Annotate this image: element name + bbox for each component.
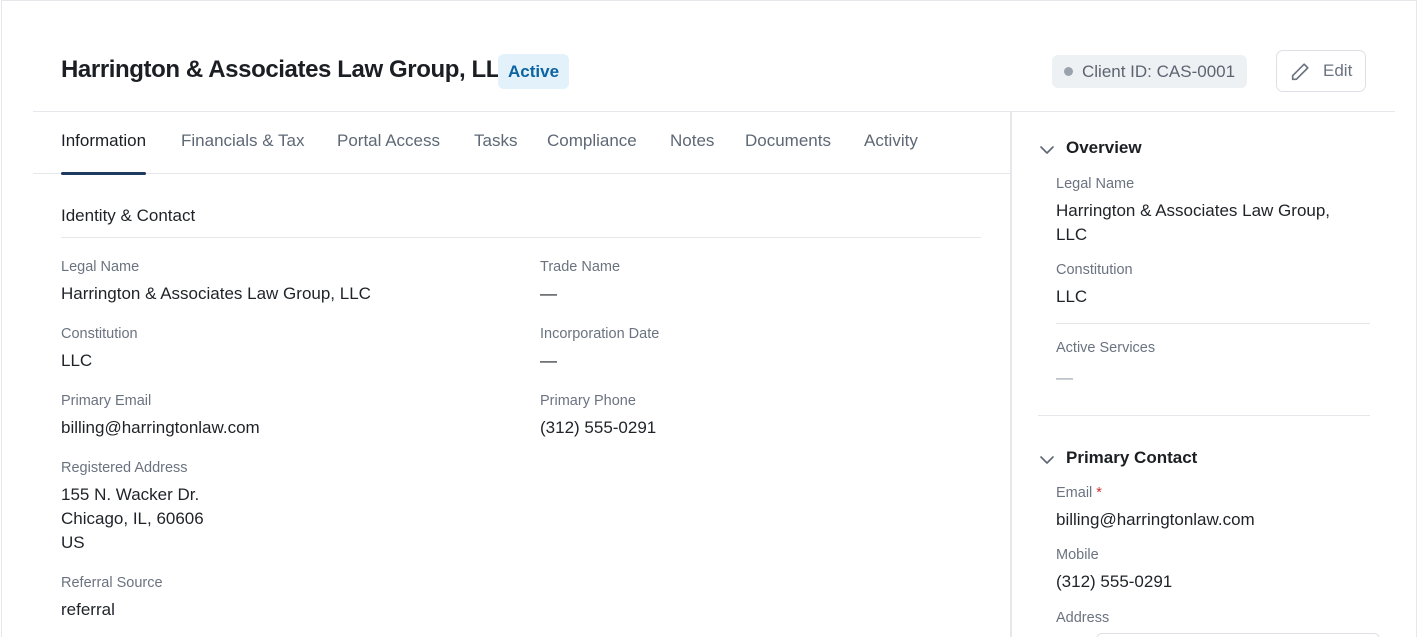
- edit-button[interactable]: Edit: [1276, 50, 1366, 92]
- client-id-badge: Client ID: CAS-0001: [1052, 55, 1247, 88]
- edit-button-label: Edit: [1323, 61, 1353, 80]
- overview-toggle[interactable]: Overview: [1038, 138, 1142, 158]
- overview-constitution-value: LLC: [1056, 287, 1088, 306]
- address-line-3: US: [61, 533, 85, 552]
- active-services-value: —: [1056, 368, 1073, 387]
- legal-name-label: Legal Name: [61, 259, 140, 275]
- address-line-1: 155 N. Wacker Dr.: [61, 485, 200, 504]
- tab-documents[interactable]: Documents: [745, 112, 831, 174]
- registered-address-label: Registered Address: [61, 460, 188, 476]
- contact-mobile-value: (312) 555-0291: [1056, 572, 1173, 591]
- overview-bottom-divider: [1038, 415, 1370, 416]
- overview-legal-name-line-1: Harrington & Associates Law Group,: [1056, 201, 1331, 220]
- page-title: Harrington & Associates Law Group, LLC: [61, 56, 517, 83]
- contact-mobile-label: Mobile: [1056, 547, 1099, 563]
- primary-email-label: Primary Email: [61, 393, 152, 409]
- panel-divider: [1010, 112, 1012, 637]
- incorporation-date-label: Incorporation Date: [540, 326, 660, 342]
- tab-notes[interactable]: Notes: [670, 112, 714, 174]
- tab-activity[interactable]: Activity: [864, 112, 918, 174]
- trade-name-label: Trade Name: [540, 259, 621, 275]
- tab-tasks[interactable]: Tasks: [474, 112, 517, 174]
- contact-address-field[interactable]: [1096, 633, 1380, 637]
- page-header: Harrington & Associates Law Group, LLC A…: [2, 1, 1416, 112]
- client-id-text: Client ID: CAS-0001: [1082, 62, 1236, 81]
- status-badge: Active: [498, 54, 570, 89]
- constitution-value: LLC: [61, 351, 93, 370]
- incorporation-date-value: —: [540, 351, 557, 370]
- primary-phone-value: (312) 555-0291: [540, 418, 657, 437]
- address-line-2: Chicago, IL, 60606: [61, 509, 204, 528]
- overview-divider: [1056, 323, 1370, 324]
- referral-source-label: Referral Source: [61, 575, 163, 591]
- client-detail-page: Harrington & Associates Law Group, LLC A…: [1, 0, 1417, 637]
- section-divider: [61, 237, 981, 238]
- contact-address-label: Address: [1056, 610, 1110, 626]
- tab-bar: Information Financials & Tax Portal Acce…: [33, 112, 1010, 175]
- chevron-down-icon: [1040, 146, 1054, 154]
- overview-legal-name-label: Legal Name: [1056, 176, 1135, 192]
- section-title: Identity & Contact: [61, 206, 196, 225]
- status-dot-icon: [1064, 67, 1073, 76]
- primary-email-value: billing@harringtonlaw.com: [61, 418, 260, 437]
- contact-email-label-text: Email: [1056, 485, 1093, 501]
- primary-contact-heading: Primary Contact: [1066, 448, 1198, 467]
- referral-source-value: referral: [61, 600, 115, 619]
- active-services-label: Active Services: [1056, 340, 1156, 356]
- overview-heading: Overview: [1066, 138, 1142, 157]
- pencil-icon: [1291, 63, 1309, 81]
- constitution-label: Constitution: [61, 326, 138, 342]
- contact-email-label: Email *: [1056, 485, 1102, 501]
- legal-name-value: Harrington & Associates Law Group, LLC: [61, 284, 371, 303]
- tab-financials-tax[interactable]: Financials & Tax: [181, 112, 304, 174]
- tab-compliance[interactable]: Compliance: [547, 112, 637, 174]
- overview-constitution-label: Constitution: [1056, 262, 1133, 278]
- chevron-down-icon: [1040, 456, 1054, 464]
- required-marker: *: [1096, 485, 1102, 501]
- overview-legal-name-line-2: LLC: [1056, 225, 1088, 244]
- tab-portal-access[interactable]: Portal Access: [337, 112, 440, 174]
- trade-name-value: —: [540, 284, 557, 303]
- tab-information[interactable]: Information: [61, 112, 147, 175]
- contact-email-value: billing@harringtonlaw.com: [1056, 510, 1255, 529]
- primary-contact-toggle[interactable]: Primary Contact: [1038, 448, 1197, 468]
- primary-phone-label: Primary Phone: [540, 393, 636, 409]
